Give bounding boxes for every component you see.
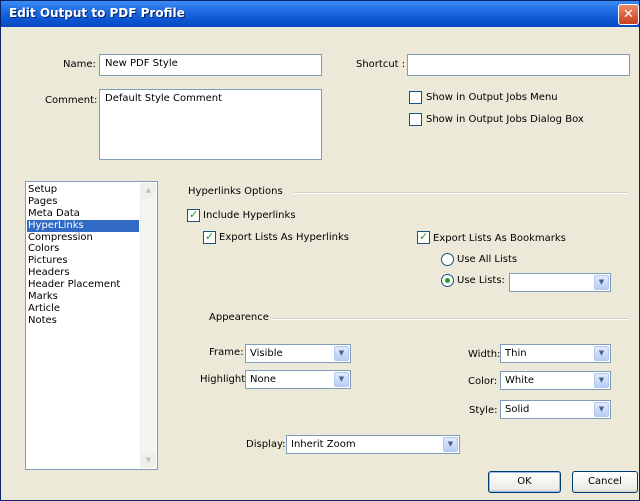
check-icon: ✓: [419, 230, 429, 243]
sidebar-item-colors[interactable]: Colors: [27, 243, 139, 255]
shortcut-input[interactable]: [407, 54, 630, 76]
display-label: Display:: [246, 439, 286, 450]
sidebar-item-article[interactable]: Article: [27, 303, 139, 315]
cancel-button[interactable]: Cancel: [572, 471, 638, 493]
use-all-lists-radio[interactable]: [441, 253, 454, 266]
sidebar-item-compression[interactable]: Compression: [27, 232, 139, 244]
use-all-lists-label: Use All Lists: [457, 254, 518, 265]
highlight-label: Highlight:: [200, 374, 249, 385]
color-label: Color:: [468, 376, 498, 387]
appearance-title: Appearence: [209, 312, 269, 323]
frame-dropdown[interactable]: Visible ▼: [245, 344, 351, 363]
include-hyperlinks-label: Include Hyperlinks: [203, 210, 296, 221]
sidebar-item-header-placement[interactable]: Header Placement: [27, 279, 139, 291]
use-lists-label: Use Lists:: [457, 275, 505, 286]
style-label: Style:: [469, 405, 498, 416]
dialog-window: Edit Output to PDF Profile ✕ Name: New P…: [0, 0, 640, 501]
export-lists-bookmarks-label: Export Lists As Bookmarks: [433, 233, 566, 244]
highlight-value: None: [250, 374, 277, 385]
scroll-up-icon: ▲: [145, 186, 152, 194]
appearance-divider: [272, 318, 629, 320]
frame-value: Visible: [250, 348, 283, 359]
chevron-down-icon[interactable]: ▼: [334, 346, 349, 361]
show-in-menu-checkbox[interactable]: [409, 91, 422, 104]
export-lists-bookmarks-checkbox[interactable]: ✓: [417, 230, 430, 244]
shortcut-label: Shortcut :: [356, 59, 406, 70]
comment-textarea[interactable]: Default Style Comment: [99, 89, 322, 160]
chevron-down-icon[interactable]: ▼: [594, 373, 609, 388]
highlight-dropdown[interactable]: None ▼: [245, 370, 351, 389]
color-value: White: [505, 375, 535, 386]
export-lists-hyperlinks-label: Export Lists As Hyperlinks: [219, 232, 349, 243]
style-value: Solid: [505, 404, 530, 415]
chevron-down-icon[interactable]: ▼: [594, 346, 609, 361]
color-dropdown[interactable]: White ▼: [500, 371, 611, 390]
show-in-dialog-label: Show in Output Jobs Dialog Box: [426, 114, 584, 125]
close-icon: ✕: [623, 7, 634, 22]
sidebar-item-pages[interactable]: Pages: [27, 196, 139, 208]
display-dropdown[interactable]: Inherit Zoom ▼: [286, 435, 460, 454]
sidebar-item-marks[interactable]: Marks: [27, 291, 139, 303]
display-value: Inherit Zoom: [291, 439, 356, 450]
name-label: Name:: [63, 59, 96, 70]
hyperlinks-options-title: Hyperlinks Options: [188, 186, 283, 197]
window-title: Edit Output to PDF Profile: [9, 6, 185, 20]
use-lists-dropdown[interactable]: ▼: [509, 273, 611, 292]
ok-button[interactable]: OK: [488, 471, 561, 493]
use-lists-radio[interactable]: [441, 274, 454, 287]
include-hyperlinks-checkbox[interactable]: ✓: [187, 208, 200, 222]
comment-label: Comment:: [45, 95, 98, 106]
style-dropdown[interactable]: Solid ▼: [500, 400, 611, 419]
hyperlinks-options-divider: [294, 192, 629, 194]
check-icon: ✓: [189, 208, 199, 221]
chevron-down-icon[interactable]: ▼: [334, 372, 349, 387]
show-in-menu-label: Show in Output Jobs Menu: [426, 92, 558, 103]
close-button[interactable]: ✕: [618, 4, 639, 25]
title-bar[interactable]: Edit Output to PDF Profile ✕: [1, 1, 639, 27]
show-in-dialog-checkbox[interactable]: [409, 113, 422, 126]
chevron-down-icon[interactable]: ▼: [594, 402, 609, 417]
radio-selected-dot: [445, 278, 450, 283]
scroll-down-icon: ▼: [145, 456, 152, 464]
name-input[interactable]: New PDF Style: [99, 54, 322, 76]
sidebar-item-headers[interactable]: Headers: [27, 267, 139, 279]
frame-label: Frame:: [209, 347, 244, 358]
scroll-down-button[interactable]: ▼: [141, 453, 156, 468]
chevron-down-icon[interactable]: ▼: [443, 437, 458, 452]
scroll-up-button[interactable]: ▲: [141, 183, 156, 198]
sidebar-item-notes[interactable]: Notes: [27, 315, 139, 327]
sidebar-item-meta-data[interactable]: Meta Data: [27, 208, 139, 220]
width-value: Thin: [505, 348, 527, 359]
export-lists-hyperlinks-checkbox[interactable]: ✓: [203, 230, 216, 244]
category-list[interactable]: Setup Pages Meta Data HyperLinks Compression…: [25, 181, 158, 470]
chevron-down-icon[interactable]: ▼: [594, 275, 609, 290]
sidebar-item-setup[interactable]: Setup: [27, 184, 139, 196]
category-list-items: Setup Pages Meta Data HyperLinks Compression…: [27, 184, 139, 327]
sidebar-item-pictures[interactable]: Pictures: [27, 255, 139, 267]
list-scrollbar[interactable]: ▲ ▼: [140, 183, 156, 468]
width-dropdown[interactable]: Thin ▼: [500, 344, 611, 363]
width-label: Width:: [468, 349, 501, 360]
sidebar-item-hyperlinks[interactable]: HyperLinks: [27, 219, 139, 232]
check-icon: ✓: [205, 230, 215, 243]
